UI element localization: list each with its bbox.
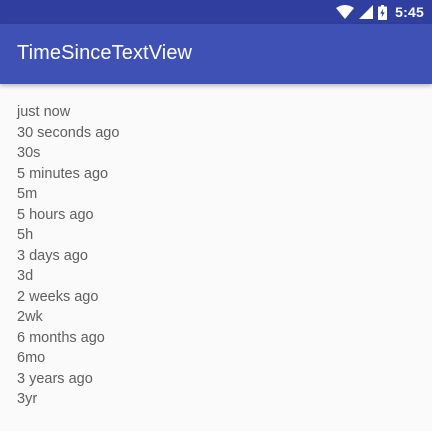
time-text-5-hours: 5 hours ago: [17, 206, 94, 223]
time-text-2wk: 2wk: [17, 309, 43, 325]
app-title: TimeSinceTextView: [17, 42, 193, 64]
time-text-6-months: 6 months ago: [17, 329, 105, 346]
app-bar: TimeSinceTextView: [0, 24, 432, 84]
time-list: just now 30 seconds ago 30s 5 minutes ag…: [17, 102, 417, 410]
battery-charging-icon: [378, 4, 388, 20]
time-text-3-years: 3 years ago: [17, 370, 93, 387]
time-text-5h: 5h: [17, 227, 34, 243]
time-text-5-minutes: 5 minutes ago: [17, 165, 109, 182]
time-text-just-now: just now: [17, 104, 71, 120]
time-text-6mo: 6mo: [17, 350, 46, 366]
time-text-30-seconds: 30 seconds ago: [17, 124, 120, 141]
cellular-signal-icon: [359, 5, 374, 19]
time-text-3-days: 3 days ago: [17, 247, 88, 264]
time-text-2-weeks: 2 weeks ago: [17, 288, 99, 305]
status-icons: 5:45: [336, 0, 424, 24]
time-text-3yr: 3yr: [17, 391, 38, 407]
time-text-5m: 5m: [17, 186, 38, 202]
time-text-3d: 3d: [17, 268, 34, 284]
status-bar: 5:45: [0, 0, 432, 24]
time-text-30s: 30s: [17, 145, 41, 161]
status-clock: 5:45: [395, 4, 424, 20]
wifi-icon: [336, 5, 355, 19]
